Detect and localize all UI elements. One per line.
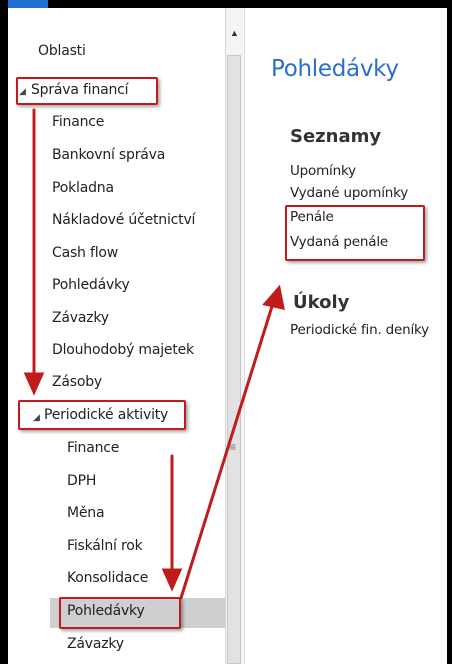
nav-item-bankovni-sprava[interactable]: Bankovní správa [52,147,165,163]
nav-item-pokladna[interactable]: Pokladna [52,180,114,196]
nav-subitem-mena[interactable]: Měna [67,505,105,521]
nav-item-nakladove-ucetnictvi[interactable]: Nákladové účetnictví [52,212,195,228]
left-border [0,0,8,664]
splitter-grip-icon[interactable]: ≡ [229,440,236,454]
scrollbar-thumb[interactable] [227,55,241,664]
page-title: Pohledávky [271,56,399,82]
group-title-seznamy: Seznamy [290,126,382,147]
nav-subitem-finance[interactable]: Finance [67,440,119,456]
nav-subitem-konsolidace[interactable]: Konsolidace [67,570,148,586]
highlight-box-pohledavky [59,597,181,629]
link-upominky[interactable]: Upomínky [290,163,356,179]
nav-subitem-dph[interactable]: DPH [67,473,96,489]
nav-item-finance[interactable]: Finance [52,114,104,130]
nav-item-pohledavky[interactable]: Pohledávky [52,277,130,293]
highlight-box-sprava-financi [16,77,158,105]
nav-item-dlouhodoby-majetek[interactable]: Dlouhodobý majetek [52,342,194,358]
group-title-ukoly: Úkoly [293,292,350,313]
nav-item-zasoby[interactable]: Zásoby [52,374,102,390]
title-bar [0,0,452,8]
highlight-box-penale [285,205,425,261]
highlight-box-periodicke-aktivity [18,400,186,430]
navigation-pane [8,8,225,664]
right-border [447,0,452,664]
link-vydane-upominky[interactable]: Vydané upomínky [290,185,408,201]
nav-item-zavazky[interactable]: Závazky [52,310,109,326]
nav-subitem-fiskalni-rok[interactable]: Fiskální rok [67,538,143,554]
nav-item-cash-flow[interactable]: Cash flow [52,245,118,261]
window-frame: Oblasti ◢ Správa financí Finance Bankovn… [0,0,452,664]
scroll-up-icon[interactable]: ▲ [230,28,239,38]
nav-subitem-zavazky[interactable]: Závazky [67,636,124,652]
link-periodicke-fin-deniky[interactable]: Periodické fin. deníky [290,322,429,338]
nav-header-oblasti: Oblasti [38,43,86,59]
